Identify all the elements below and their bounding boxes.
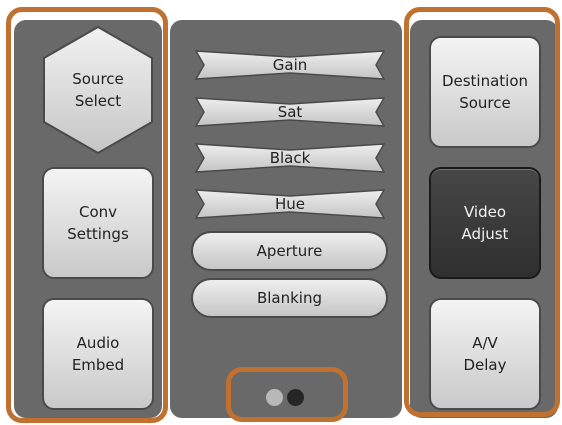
sat-label: Sat — [277, 103, 303, 121]
gain-button[interactable]: Gain — [195, 50, 385, 80]
hue-button[interactable]: Hue — [195, 189, 385, 219]
conv-settings-button[interactable]: Conv Settings — [42, 167, 154, 279]
gain-label: Gain — [272, 56, 308, 74]
blanking-button[interactable]: Blanking — [191, 278, 388, 318]
hue-label: Hue — [274, 195, 305, 213]
destination-source-label: Destination Source — [441, 72, 529, 112]
conv-settings-label: Conv Settings — [67, 203, 129, 243]
page-dot-1[interactable] — [266, 389, 283, 406]
sat-button[interactable]: Sat — [195, 97, 385, 127]
page-dot-2-current[interactable] — [287, 389, 304, 406]
aperture-button[interactable]: Aperture — [191, 231, 388, 271]
destination-source-button[interactable]: Destination Source — [429, 36, 541, 148]
source-select-button[interactable]: Source Select — [42, 25, 154, 155]
video-adjust-label: Video Adjust — [461, 203, 509, 243]
aperture-label: Aperture — [256, 242, 323, 260]
blanking-label: Blanking — [256, 289, 323, 307]
source-select-label: Source Select — [72, 70, 124, 110]
av-delay-button[interactable]: A/V Delay — [429, 298, 541, 410]
av-delay-label: A/V Delay — [463, 334, 507, 374]
black-button[interactable]: Black — [195, 143, 385, 173]
black-label: Black — [269, 149, 311, 167]
video-adjust-button[interactable]: Video Adjust — [429, 167, 541, 279]
audio-embed-button[interactable]: Audio Embed — [42, 298, 154, 410]
audio-embed-label: Audio Embed — [71, 334, 125, 374]
